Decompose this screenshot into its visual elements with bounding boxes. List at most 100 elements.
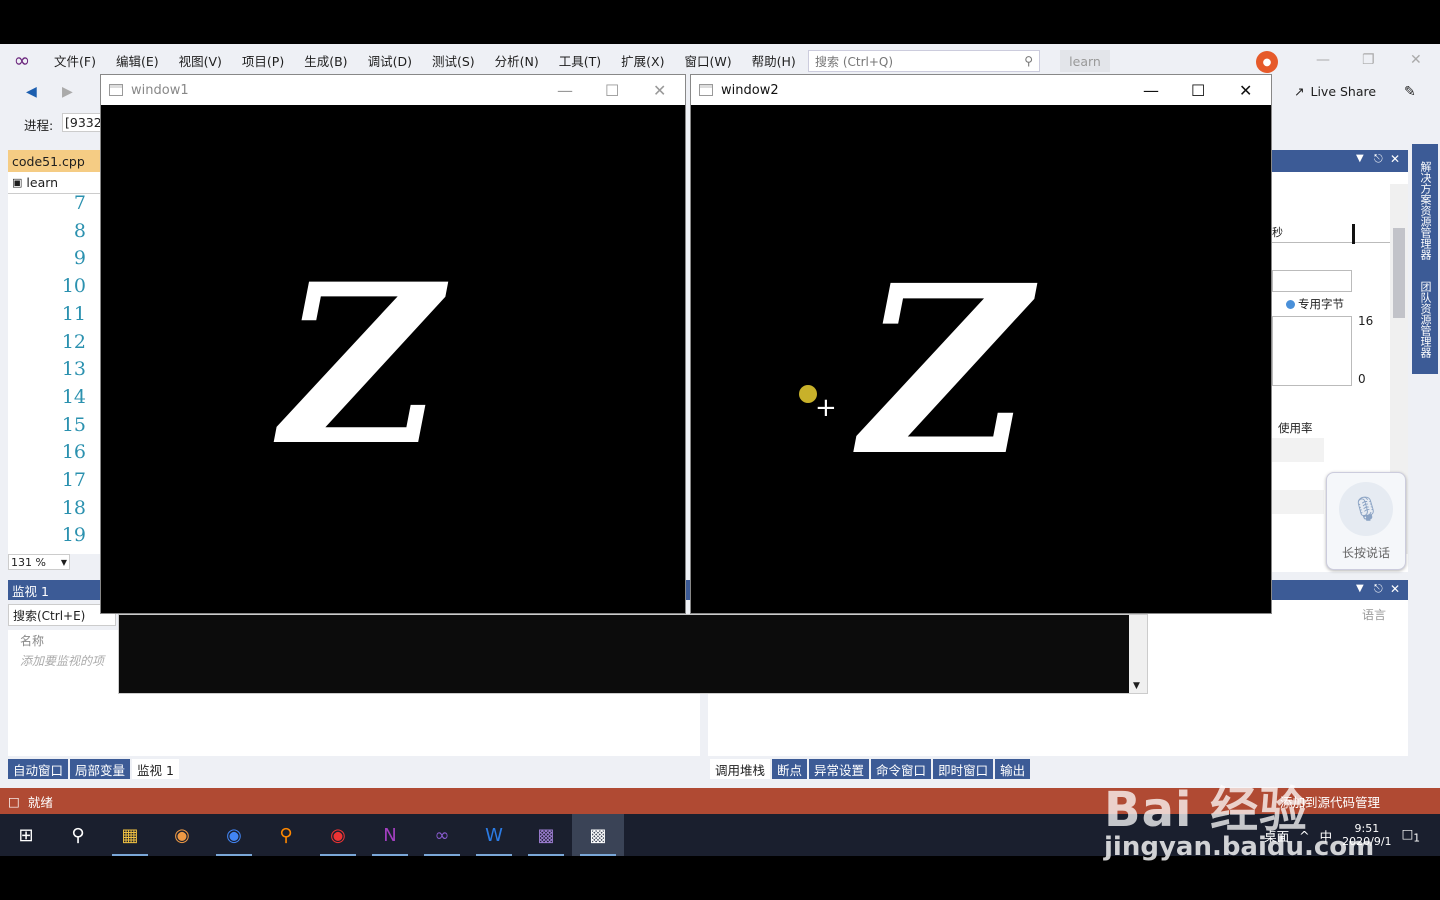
minimize-icon[interactable]: —	[1316, 52, 1330, 68]
menu-item[interactable]: 调试(D)	[358, 51, 422, 70]
tool-window-tab[interactable]: 局部变量	[70, 759, 131, 779]
window2-titlebar[interactable]: window2 — ☐ ✕	[691, 75, 1271, 105]
pin-icon[interactable]: ⎋	[1374, 582, 1383, 596]
menu-item[interactable]: 编辑(E)	[106, 51, 169, 70]
scope-dropdown[interactable]: ▣ learn	[8, 172, 100, 194]
scope-label: learn	[26, 175, 59, 190]
project-icon: ▣	[12, 176, 23, 189]
tool-window-tab[interactable]: 命令窗口	[871, 759, 932, 779]
menu-item[interactable]: 分析(N)	[485, 51, 549, 70]
tool-window-tab[interactable]: 断点	[772, 759, 808, 779]
tool-window-tab[interactable]: 即时窗口	[933, 759, 994, 779]
window1: window1 — ☐ ✕ Z	[100, 74, 686, 614]
line-number: 9	[73, 247, 86, 270]
chevron-down-icon[interactable]: ▼	[1133, 681, 1140, 691]
avatar[interactable]: ●	[1256, 51, 1278, 73]
notification-icon[interactable]: □1	[1402, 826, 1420, 845]
window1-title: window1	[131, 82, 189, 98]
scrollbar-thumb[interactable]	[1393, 228, 1405, 318]
window-app-icon	[699, 84, 713, 96]
menu-item[interactable]: 帮助(H)	[742, 51, 806, 70]
console-scrollbar[interactable]: ▼	[1129, 615, 1147, 693]
minimize-icon[interactable]: —	[1143, 81, 1159, 100]
letter-z-image: Z	[281, 235, 442, 494]
tool-window-tab[interactable]: 异常设置	[809, 759, 870, 779]
live-share-button[interactable]: ↗ Live Share	[1294, 84, 1376, 99]
tool-window-tab[interactable]: 自动窗口	[8, 759, 69, 779]
visual-studio-logo-icon: ∞	[13, 48, 31, 72]
notification-count: 1	[1413, 832, 1420, 845]
search-icon[interactable]: ⚲	[52, 814, 104, 856]
tool-window-tab[interactable]: 监视 1	[132, 759, 179, 779]
private-bytes-label: 专用字节	[1298, 297, 1344, 311]
close-icon[interactable]: ✕	[1390, 582, 1400, 596]
letter-z-image: Z	[861, 234, 1031, 507]
menu-item[interactable]: 测试(S)	[422, 51, 485, 70]
private-bytes-legend: 专用字节	[1286, 296, 1344, 312]
menu-item[interactable]: 生成(B)	[294, 51, 357, 70]
forward-icon[interactable]: ▶	[62, 84, 73, 100]
file-explorer-icon[interactable]: ▦	[104, 814, 156, 856]
zoom-value: 131 %	[11, 555, 46, 569]
opencv-window-icon[interactable]: ▩	[572, 814, 624, 856]
browser-360-icon[interactable]: ◉	[156, 814, 208, 856]
menu-item[interactable]: 工具(T)	[549, 51, 611, 70]
wps-icon[interactable]: W	[468, 814, 520, 856]
search-tool-icon[interactable]: ⚲	[260, 814, 312, 856]
close-icon[interactable]: ✕	[653, 81, 666, 100]
side-tool-tabs: 解决方案资源管理器 团队资源管理器	[1412, 144, 1438, 374]
search-box[interactable]: 搜索 (Ctrl+Q) ⚲	[808, 50, 1040, 72]
minimize-icon[interactable]: —	[557, 81, 573, 100]
close-icon[interactable]: ✕	[1390, 152, 1400, 166]
process-label: 进程:	[24, 118, 54, 133]
line-number: 8	[73, 219, 86, 242]
memory-axis-high: 16	[1358, 314, 1374, 328]
voice-input-widget[interactable]: 🎙 长按说话	[1326, 472, 1406, 570]
start-icon[interactable]: ⊞	[0, 814, 52, 856]
chrome-icon[interactable]: ◉	[208, 814, 260, 856]
dropdown-icon[interactable]: ▼	[1356, 153, 1364, 164]
live-share-label: Live Share	[1310, 84, 1377, 99]
screen: ∞ 文件(F) 编辑(E) 视图(V) 项目(P) 生成(B) 调试(D) 测试(S) 分析(…	[0, 0, 1440, 900]
maximize-icon[interactable]: ☐	[1191, 81, 1205, 100]
maximize-icon[interactable]: ☐	[605, 81, 619, 100]
cpu-graph-row-2	[1272, 490, 1324, 514]
window2-canvas[interactable]: Z +	[691, 105, 1271, 613]
seconds-label: 秒	[1272, 226, 1283, 239]
cpu-graph-row	[1272, 438, 1324, 462]
console-icon[interactable]: ▩	[520, 814, 572, 856]
dropdown-icon[interactable]: ▼	[1356, 583, 1364, 594]
window-app-icon	[109, 84, 123, 96]
menu-item[interactable]: 窗口(W)	[674, 51, 741, 70]
close-icon[interactable]: ✕	[1410, 52, 1422, 68]
menu-item[interactable]: 扩展(X)	[611, 51, 674, 70]
crosshair-cursor-icon: +	[815, 393, 837, 423]
line-number: 13	[61, 358, 86, 381]
pin-icon[interactable]: ⎋	[1374, 152, 1383, 166]
tool-window-tab[interactable]: 输出	[995, 759, 1031, 779]
memory-axis-low: 0	[1358, 372, 1366, 386]
close-icon[interactable]: ✕	[1239, 81, 1252, 100]
tab-solution-explorer[interactable]: 解决方案资源管理器	[1417, 161, 1433, 260]
zoom-select[interactable]: 131 % ▼	[8, 554, 70, 570]
visual-studio-icon[interactable]: ∞	[416, 814, 468, 856]
bottom-tabs-left: 自动窗口 局部变量 监视 1	[8, 759, 181, 779]
back-icon[interactable]: ◀	[26, 84, 37, 100]
legend-dot-icon	[1286, 299, 1295, 309]
menu-item[interactable]: 视图(V)	[169, 51, 232, 70]
restore-icon[interactable]: ❐	[1362, 52, 1375, 68]
netease-music-icon[interactable]: ◉	[312, 814, 364, 856]
menu-item[interactable]: 文件(F)	[44, 51, 106, 70]
line-number: 14	[61, 385, 86, 408]
tool-window-tab[interactable]: 调用堆栈	[710, 759, 771, 779]
add-watch-hint[interactable]: 添加要监视的项	[20, 652, 104, 669]
memory-graph	[1272, 316, 1352, 386]
watch-title: 监视 1	[12, 583, 49, 599]
tab-team-explorer[interactable]: 团队资源管理器	[1417, 281, 1433, 358]
window1-titlebar[interactable]: window1 — ☐ ✕	[101, 75, 685, 105]
onenote-icon[interactable]: N	[364, 814, 416, 856]
feedback-icon[interactable]: ✎	[1404, 84, 1416, 100]
line-number: 15	[61, 413, 86, 436]
editor-tab[interactable]: code51.cpp	[8, 150, 100, 172]
menu-item[interactable]: 项目(P)	[232, 51, 294, 70]
